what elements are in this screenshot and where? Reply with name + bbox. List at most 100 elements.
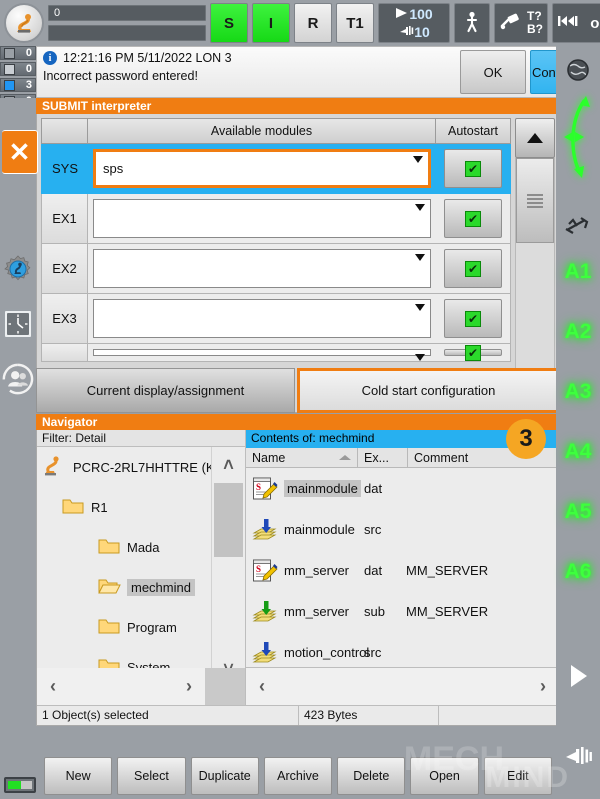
tree-item-mechmind[interactable]: mechmind (37, 567, 211, 607)
navigator-title: Navigator (36, 414, 560, 430)
edit-button[interactable]: Edit (484, 757, 552, 795)
operating-mode-button[interactable]: T1 (336, 3, 374, 43)
tree-scroll-track[interactable] (212, 483, 245, 651)
module-combobox[interactable] (93, 199, 431, 238)
checkmark-icon: ✔ (465, 261, 481, 277)
axis-a6[interactable]: A6 (556, 554, 600, 590)
row-index-label (42, 344, 88, 361)
archive-button[interactable]: Archive (264, 757, 332, 795)
scroll-up-icon[interactable] (515, 118, 555, 158)
folder-icon (97, 616, 121, 639)
counter-acknowledge[interactable]: 0 (0, 46, 36, 60)
chevron-down-icon (415, 304, 425, 311)
walking-man-icon[interactable] (454, 3, 490, 43)
axis-a4[interactable]: A4 (556, 434, 600, 470)
tool-base-button[interactable]: T? B? (494, 3, 548, 43)
scroll-left-icon[interactable]: ‹ (37, 676, 69, 697)
table-row[interactable]: SYS sps ✔ (41, 144, 511, 194)
src-module-icon (246, 517, 284, 543)
scroll-right-icon[interactable]: › (527, 676, 559, 697)
override-button[interactable]: 100 10 (378, 3, 450, 43)
axis-a5[interactable]: A5 (556, 494, 600, 530)
tree-item-label: Program (127, 620, 177, 635)
tree-horizontal-scrollbar[interactable]: ‹ › (37, 668, 246, 705)
file-name: mm_server (284, 604, 364, 619)
tab-current-display-assignment[interactable]: Current display/assignment (36, 368, 295, 413)
tab-cold-start-configuration[interactable]: Cold start configuration (297, 368, 560, 413)
autostart-toggle[interactable]: ✔ (444, 349, 502, 356)
program-state-button[interactable]: R (294, 3, 332, 43)
tree-item-r1[interactable]: R1 (37, 487, 211, 527)
clock-icon[interactable] (2, 308, 34, 340)
close-window-button[interactable]: ✕ (2, 130, 38, 174)
scroll-right-icon[interactable]: › (173, 676, 205, 697)
tree-item-label: mechmind (127, 579, 195, 596)
col-modules-header: Available modules (88, 119, 436, 143)
interpreter-status-button[interactable]: I (252, 3, 290, 43)
axis-a2[interactable]: A2 (556, 314, 600, 350)
module-value: sps (103, 161, 123, 176)
new-button[interactable]: New (44, 757, 112, 795)
autostart-toggle[interactable]: ✔ (444, 299, 502, 338)
table-row[interactable]: EX1 ✔ (41, 194, 511, 244)
increment-button[interactable]: oo (552, 3, 600, 43)
axis-a3[interactable]: A3 (556, 374, 600, 410)
autostart-toggle[interactable]: ✔ (444, 149, 502, 188)
directory-tree: PCRC-2RL7HHTTRE (KRC R1 (37, 447, 211, 687)
autostart-toggle[interactable]: ✔ (444, 249, 502, 288)
list-item[interactable]: mm_server sub MM_SERVER (246, 591, 559, 632)
list-item[interactable]: S mm_server dat MM_SERVER (246, 550, 559, 591)
module-combobox[interactable] (93, 249, 431, 288)
hand-icon[interactable] (556, 736, 600, 776)
select-button[interactable]: Select (117, 757, 185, 795)
navigator-panel: Navigator Filter: Detail (36, 414, 560, 726)
scroll-left-icon[interactable]: ‹ (246, 676, 278, 697)
col-ext-label: Ex... (364, 451, 389, 465)
list-item[interactable]: mainmodule src (246, 509, 559, 550)
drives-status-button[interactable]: S (210, 3, 248, 43)
table-row[interactable]: EX3 ✔ (41, 294, 511, 344)
counter-information[interactable]: 3 (0, 78, 36, 92)
module-combobox[interactable] (93, 299, 431, 338)
jog-arrows-icon[interactable] (556, 92, 600, 182)
list-item[interactable]: motion_control src (246, 632, 559, 667)
filter-label[interactable]: Filter: Detail (37, 430, 245, 447)
acknowledge-message-icon (4, 48, 15, 59)
axis-a1[interactable]: A1 (556, 254, 600, 290)
duplicate-button[interactable]: Duplicate (191, 757, 259, 795)
open-button[interactable]: Open (410, 757, 478, 795)
tree-item-mada[interactable]: Mada (37, 527, 211, 567)
status-bar: 0 S I R T1 100 (0, 0, 600, 46)
size-status: 423 Bytes (299, 706, 439, 725)
status-field-bottom (48, 25, 206, 41)
left-sidebar: ✕ (0, 98, 36, 799)
submit-table-scrollbar[interactable] (515, 118, 555, 408)
tree-vertical-scrollbar[interactable]: ˄ ˅ (211, 447, 245, 687)
delete-button[interactable]: Delete (337, 757, 405, 795)
gear-robot-icon[interactable] (2, 253, 34, 285)
module-combobox[interactable]: sps (93, 149, 431, 188)
ok-button[interactable]: OK (460, 50, 526, 94)
table-row[interactable]: ✔ (41, 344, 511, 362)
tree-scroll-up-icon[interactable]: ˄ (212, 447, 245, 483)
message-box[interactable]: i 12:21:16 PM 5/11/2022 LON 3 Incorrect … (36, 46, 600, 98)
table-row[interactable]: EX2 ✔ (41, 244, 511, 294)
tree-scroll-thumb[interactable] (214, 483, 243, 557)
globe-icon[interactable] (556, 50, 600, 90)
list-item[interactable]: S mainmodule dat (246, 468, 559, 509)
robot-icon[interactable] (4, 3, 44, 43)
col-ext-header[interactable]: Ex... (358, 448, 408, 467)
module-combobox[interactable] (93, 349, 431, 356)
counter-status[interactable]: 0 (0, 62, 36, 76)
tree-item-controller[interactable]: PCRC-2RL7HHTTRE (KRC (37, 447, 211, 487)
file-horizontal-scrollbar[interactable]: ‹ › (246, 668, 559, 705)
scroll-thumb[interactable] (516, 158, 554, 243)
tool-jog-icon[interactable] (556, 206, 600, 246)
tree-item-program[interactable]: Program (37, 607, 211, 647)
folder-icon (61, 496, 85, 519)
scroll-track[interactable] (515, 158, 555, 368)
autostart-toggle[interactable]: ✔ (444, 199, 502, 238)
play-triangle-icon[interactable] (556, 656, 600, 696)
user-icon[interactable] (2, 363, 34, 395)
col-name-header[interactable]: Name (246, 448, 358, 467)
